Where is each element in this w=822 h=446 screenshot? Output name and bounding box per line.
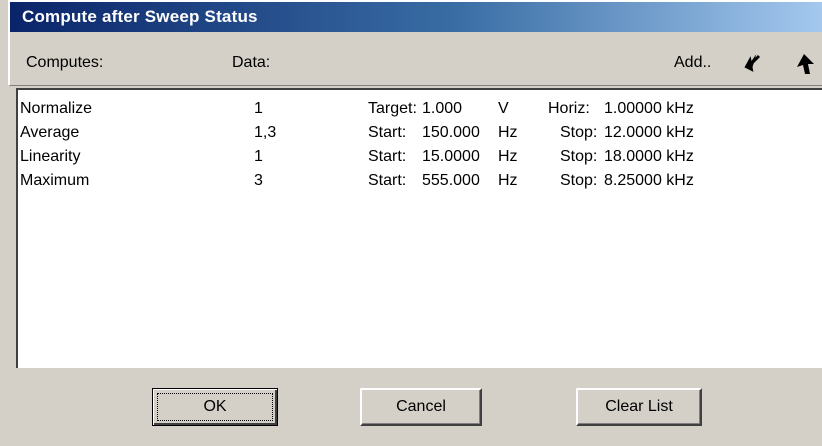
list-item[interactable]: Linearity 1 Start: 15.0000 Hz Stop: 18.0… (18, 148, 822, 172)
param1-value: 15.0000 (422, 148, 480, 165)
param1-label: Target: (368, 100, 417, 117)
param1-unit: V (498, 100, 509, 117)
arrow-down-icon (744, 54, 760, 72)
compute-data: 3 (254, 172, 263, 189)
compute-data: 1 (254, 148, 263, 165)
param2-label: Stop: (560, 172, 598, 189)
compute-name: Linearity (20, 148, 81, 165)
move-up-button[interactable] (790, 50, 818, 78)
ok-button[interactable]: OK (152, 388, 278, 426)
param1-value: 1.000 (422, 100, 463, 117)
compute-name: Normalize (20, 100, 93, 117)
arrow-up-icon (797, 54, 814, 74)
computes-list[interactable]: Normalize 1 Target: 1.000 V Horiz: 1.000… (16, 88, 822, 368)
param2-value: 1.00000 kHz (604, 100, 694, 117)
window-title: Compute after Sweep Status (22, 7, 258, 26)
list-item[interactable]: Maximum 3 Start: 555.000 Hz Stop: 8.2500… (18, 172, 822, 196)
param1-unit: Hz (498, 124, 518, 141)
param1-value: 150.000 (422, 124, 480, 141)
param1-label: Start: (368, 172, 407, 189)
clear-list-button[interactable]: Clear List (576, 388, 702, 426)
param2-value: 8.25000 kHz (604, 172, 694, 189)
param1-label: Start: (368, 124, 407, 141)
cancel-button[interactable]: Cancel (360, 388, 482, 426)
list-item[interactable]: Normalize 1 Target: 1.000 V Horiz: 1.000… (18, 100, 822, 124)
param2-value: 18.0000 kHz (604, 148, 694, 165)
ok-button-label: OK (157, 393, 273, 421)
compute-after-sweep-dialog: Compute after Sweep Status Computes: Dat… (0, 0, 822, 446)
param1-value: 555.000 (422, 172, 480, 189)
move-down-button[interactable] (738, 50, 766, 78)
compute-name: Maximum (20, 172, 90, 189)
param1-label: Start: (368, 148, 407, 165)
add-button[interactable]: Add.. (674, 54, 711, 72)
param2-label: Stop: (560, 148, 598, 165)
param2-label: Stop: (560, 124, 598, 141)
param2-value: 12.0000 kHz (604, 124, 694, 141)
button-bar: OK Cancel Clear List (8, 368, 822, 446)
list-header-toolbar: Computes: Data: Add.. (8, 32, 822, 86)
computes-column-label: Computes: (26, 54, 104, 71)
compute-data: 1,3 (254, 124, 277, 141)
param2-label: Horiz: (548, 100, 590, 117)
title-bar[interactable]: Compute after Sweep Status (8, 0, 822, 32)
param1-unit: Hz (498, 148, 518, 165)
data-column-label: Data: (232, 54, 271, 71)
compute-data: 1 (254, 100, 263, 117)
list-item[interactable]: Average 1,3 Start: 150.000 Hz Stop: 12.0… (18, 124, 822, 148)
param1-unit: Hz (498, 172, 518, 189)
compute-name: Average (20, 124, 80, 141)
